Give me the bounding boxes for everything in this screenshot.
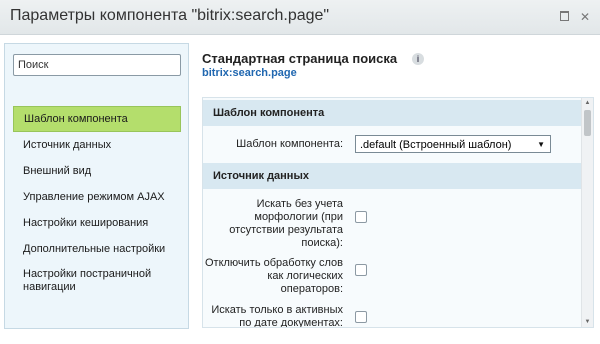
sidebar-item-ajax[interactable]: Управление режимом AJAX — [13, 184, 181, 210]
no-morphology-checkbox[interactable] — [355, 211, 367, 223]
page-title: Стандартная страница поиска — [202, 51, 398, 66]
template-field-label: Шаблон компонента: — [236, 138, 343, 150]
close-icon[interactable]: ✕ — [578, 10, 592, 24]
sidebar-search-input[interactable] — [13, 54, 181, 76]
settings-panel: Шаблон компонента Шаблон компонента: .de… — [202, 97, 594, 328]
template-select[interactable]: .default (Встроенный шаблон) ▼ — [355, 135, 551, 153]
field-label-disable-operators: Отключить обработку слов как логических … — [204, 257, 343, 295]
chevron-down-icon: ▼ — [537, 140, 545, 149]
sidebar-item-appearance[interactable]: Внешний вид — [13, 158, 181, 184]
sidebar-item-template[interactable]: Шаблон компонента — [13, 106, 181, 132]
window-title: Параметры компонента "bitrix:search.page… — [10, 7, 330, 24]
sidebar-item-additional[interactable]: Дополнительные настройки — [13, 236, 181, 262]
template-select-value: .default (Встроенный шаблон) — [360, 139, 512, 151]
dialog-body: Шаблон компонента Источник данных Внешни… — [0, 35, 600, 344]
scroll-down-icon[interactable]: ▼ — [583, 318, 592, 326]
panel-scrollbar[interactable]: ▲ ▼ — [581, 98, 593, 327]
disable-operators-checkbox[interactable] — [355, 264, 367, 276]
sidebar-nav: Шаблон компонента Источник данных Внешни… — [13, 106, 181, 294]
scrollbar-thumb[interactable] — [584, 110, 591, 136]
sidebar-item-caching[interactable]: Настройки кеширования — [13, 210, 181, 236]
info-icon[interactable]: i — [412, 53, 424, 65]
sidebar: Шаблон компонента Источник данных Внешни… — [4, 43, 189, 329]
field-label-active-only: Искать только в активных по дате докумен… — [211, 304, 343, 328]
sidebar-item-data-source[interactable]: Источник данных — [13, 132, 181, 158]
active-only-checkbox[interactable] — [355, 311, 367, 323]
component-code: bitrix:search.page — [202, 67, 297, 79]
section-header-template: Шаблон компонента — [203, 100, 581, 126]
field-label-no-morphology: Искать без учета морфологии (при отсутст… — [229, 198, 343, 249]
section-header-source: Источник данных — [203, 163, 581, 189]
sidebar-item-pagination[interactable]: Настройки постраничной навигации — [13, 262, 181, 294]
maximize-icon[interactable] — [557, 10, 571, 24]
scroll-up-icon[interactable]: ▲ — [583, 99, 592, 107]
window-titlebar: Параметры компонента "bitrix:search.page… — [0, 0, 600, 35]
